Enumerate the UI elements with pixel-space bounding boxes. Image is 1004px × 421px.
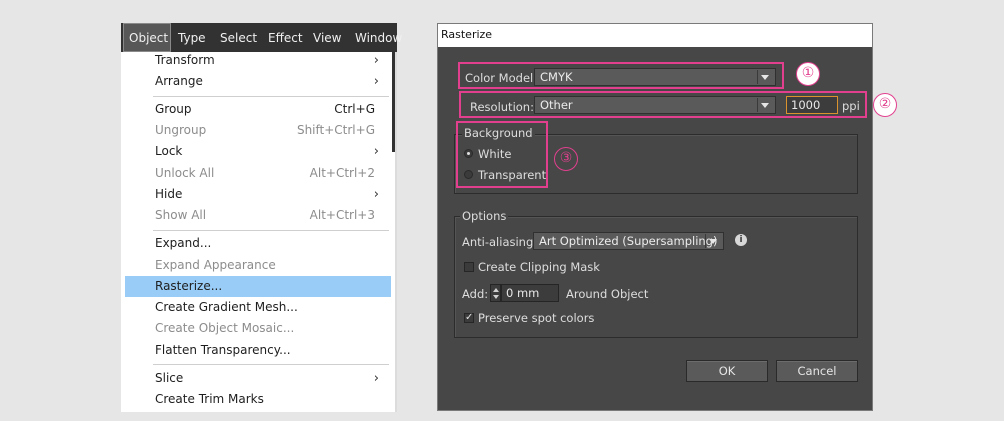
anti-aliasing-label: Anti-aliasing:	[462, 235, 538, 249]
chevron-right-icon: ›	[373, 371, 379, 386]
menubar-view[interactable]: View	[313, 23, 341, 52]
shortcut-label: Alt+Ctrl+2	[309, 166, 375, 180]
menu-item-rasterize[interactable]: Rasterize...	[125, 276, 391, 297]
preserve-spot-label: Preserve spot colors	[478, 311, 595, 325]
menu-item-create-gradient-mesh[interactable]: Create Gradient Mesh...	[121, 297, 391, 318]
options-label: Options	[460, 209, 509, 223]
panel-edge	[392, 52, 395, 152]
menu-item-slice[interactable]: Slice ›	[121, 368, 391, 389]
menu-item-hide[interactable]: Hide ›	[121, 184, 391, 205]
menubar-window[interactable]: Window	[355, 23, 402, 52]
add-stepper[interactable]	[490, 284, 501, 302]
cancel-button[interactable]: Cancel	[776, 360, 858, 382]
highlight-box-color-model	[458, 62, 784, 89]
menubar-type[interactable]: Type	[178, 23, 206, 52]
preserve-spot-checkbox[interactable]: ✓	[464, 313, 474, 323]
menu-item-group[interactable]: Group Ctrl+G	[121, 99, 391, 120]
menu-item-unlock-all: Unlock All Alt+Ctrl+2	[121, 163, 391, 184]
chevron-down-icon	[709, 239, 717, 244]
menu-separator	[153, 230, 389, 231]
menu-item-flatten-transparency[interactable]: Flatten Transparency...	[121, 340, 391, 361]
callout-one-icon: ①	[796, 62, 820, 86]
callout-three-icon: ③	[554, 147, 578, 171]
object-menu-panel: Object Type Select Effect View Window Tr…	[121, 23, 402, 412]
menu-item-expand-appearance: Expand Appearance	[155, 258, 276, 272]
menu-item-create-trim-marks[interactable]: Create Trim Marks	[121, 389, 391, 410]
arrow-up-icon[interactable]	[493, 288, 499, 292]
menu-item-create-object-mosaic: Create Object Mosaic...	[155, 321, 295, 335]
menubar-effect[interactable]: Effect	[268, 23, 303, 52]
shortcut-label: Shift+Ctrl+G	[296, 123, 375, 137]
menu-item-expand[interactable]: Expand...	[121, 233, 391, 254]
anti-aliasing-dropdown[interactable]: Art Optimized (Supersampling)	[533, 232, 724, 250]
clipping-mask-checkbox[interactable]	[464, 262, 474, 272]
menubar: Object Type Select Effect View Window	[121, 23, 402, 52]
add-input[interactable]: 0 mm	[501, 284, 559, 302]
clipping-mask-label: Create Clipping Mask	[478, 260, 600, 274]
menu-item-transform[interactable]: Transform ›	[121, 50, 391, 71]
menu-item-ungroup: Ungroup Shift+Ctrl+G	[121, 120, 391, 141]
chevron-right-icon: ›	[373, 187, 379, 202]
highlight-box-background	[456, 121, 548, 188]
add-label: Add:	[462, 287, 489, 301]
menubar-select[interactable]: Select	[220, 23, 257, 52]
arrow-down-icon[interactable]	[493, 295, 499, 299]
ok-button[interactable]: OK	[686, 360, 768, 382]
menu-separator	[153, 96, 389, 97]
dialog-title: Rasterize	[441, 28, 493, 41]
shortcut-label: Alt+Ctrl+3	[309, 208, 375, 222]
highlight-box-resolution	[459, 91, 867, 118]
dialog-titlebar: Rasterize	[438, 24, 872, 47]
menu-item-arrange[interactable]: Arrange ›	[121, 71, 391, 92]
around-object-label: Around Object	[566, 287, 649, 301]
shortcut-label: Ctrl+G	[334, 102, 375, 116]
menu-item-lock[interactable]: Lock ›	[121, 141, 391, 162]
menubar-object[interactable]: Object	[123, 23, 171, 52]
menu-item-show-all: Show All Alt+Ctrl+3	[121, 205, 391, 226]
info-icon[interactable]: i	[735, 234, 747, 246]
chevron-right-icon: ›	[373, 144, 379, 159]
chevron-right-icon: ›	[373, 53, 379, 68]
menu-separator	[153, 364, 389, 365]
chevron-right-icon: ›	[373, 74, 379, 89]
callout-two-icon: ②	[873, 93, 897, 117]
